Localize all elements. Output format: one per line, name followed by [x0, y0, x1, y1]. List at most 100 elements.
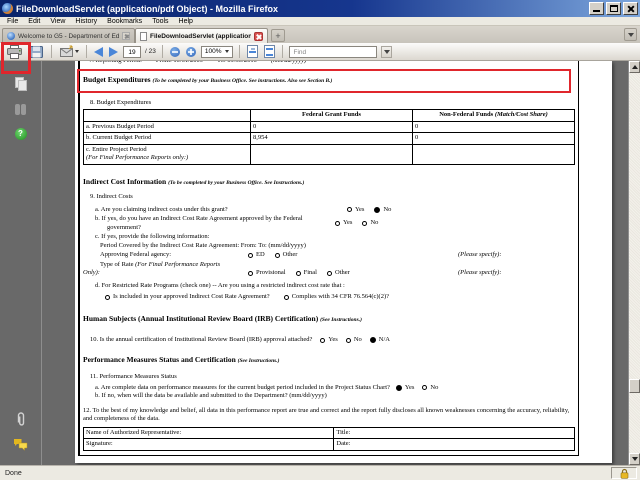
radio-icon[interactable] — [374, 206, 381, 213]
name-of-representative-field[interactable]: Name of Authorized Representative: — [82, 426, 335, 439]
tab-welcome-g5[interactable]: Welcome to G5 - Department of Educat... — [2, 28, 135, 43]
radio-other[interactable]: Other — [327, 269, 350, 278]
radio-icon[interactable] — [105, 294, 110, 300]
radio-icon[interactable] — [347, 207, 352, 213]
next-page-button[interactable] — [108, 44, 119, 60]
q11b-label: b. If no, when will the data be availabl… — [95, 392, 327, 399]
restore-button[interactable] — [606, 2, 621, 15]
minimize-button[interactable] — [589, 2, 604, 15]
radio-final[interactable]: Final — [295, 269, 317, 278]
pages-panel-icon[interactable] — [14, 77, 27, 91]
signature-field[interactable]: Signature: — [82, 438, 335, 451]
radio-icon[interactable] — [345, 337, 351, 343]
radio-icon[interactable] — [295, 270, 301, 276]
radio-icon[interactable] — [283, 294, 289, 300]
nonfederal-value-field[interactable] — [411, 143, 576, 165]
tab-close-icon[interactable] — [122, 32, 130, 40]
tab-list-dropdown-button[interactable] — [624, 28, 637, 41]
please-specify-label: (Please specify): — [458, 251, 502, 258]
radio-na[interactable]: N/A — [369, 336, 390, 345]
scrollbar-thumb[interactable] — [629, 379, 640, 393]
section-title: Performance Measures Status and Certific… — [83, 354, 236, 364]
radio-yes[interactable]: Yes — [320, 336, 338, 345]
nonfederal-value-field[interactable]: 0 — [411, 132, 576, 145]
radio-icon[interactable] — [335, 221, 340, 226]
scrolling-mode-button[interactable] — [246, 44, 259, 60]
radio-icon[interactable] — [327, 270, 332, 276]
radio-yes[interactable]: Yes — [347, 206, 364, 215]
menu-edit[interactable]: Edit — [23, 17, 45, 26]
find-input[interactable]: Find — [289, 45, 378, 58]
human-subjects-heading: Human Subjects (Annual Institutional Rev… — [83, 314, 575, 325]
fit-page-button[interactable] — [263, 44, 276, 60]
q9d-options: Is included in your approved Indirect Co… — [83, 293, 575, 302]
close-button[interactable] — [623, 2, 638, 15]
tab-close-icon[interactable] — [254, 31, 263, 41]
radio-icon[interactable] — [395, 384, 402, 391]
date-field[interactable]: Date: — [333, 438, 575, 451]
page-number-input[interactable]: 19 — [123, 45, 141, 58]
radio-icon[interactable] — [422, 385, 428, 391]
federal-value-field[interactable] — [249, 143, 413, 165]
title-field[interactable]: Title: — [333, 426, 575, 439]
radio-complies-34cfr[interactable]: Complies with 34 CFR 76.564(c)(2)? — [283, 293, 389, 302]
radio-icon[interactable] — [248, 252, 253, 258]
budget-table: Federal Grant Funds Non-Federal Funds (M… — [83, 109, 576, 165]
row-label-note: (For Final Performance Reports only:) — [86, 154, 189, 161]
vertical-scrollbar[interactable] — [628, 61, 640, 465]
radio-no[interactable]: No — [422, 384, 438, 393]
radio-included-in-agreement[interactable]: Is included in your approved Indirect Co… — [105, 293, 270, 302]
table-row: c. Entire Project Period (For Final Perf… — [83, 143, 576, 165]
menu-bookmarks[interactable]: Bookmarks — [102, 17, 147, 26]
radio-no[interactable]: No — [374, 206, 391, 215]
radio-icon[interactable] — [248, 270, 253, 276]
menu-tools[interactable]: Tools — [147, 17, 173, 26]
help-icon[interactable]: ? — [14, 128, 27, 140]
new-tab-button[interactable]: + — [271, 29, 285, 42]
menu-view[interactable]: View — [45, 17, 70, 26]
scroll-down-button[interactable] — [629, 453, 640, 465]
save-button[interactable] — [28, 44, 45, 60]
floppy-disk-icon — [30, 45, 43, 58]
scroll-up-button[interactable] — [629, 61, 640, 73]
radio-provisional[interactable]: Provisional — [248, 269, 286, 278]
nonfederal-value-field[interactable]: 0 — [411, 120, 576, 133]
radio-yes[interactable]: Yes — [395, 384, 414, 393]
radio-icon[interactable] — [369, 337, 376, 344]
q9c-period-line: Period Covered by the Indirect Cost Rate… — [100, 241, 306, 249]
radio-icon[interactable] — [274, 252, 280, 258]
chevron-down-icon — [225, 50, 230, 53]
radio-no[interactable]: No — [345, 336, 362, 345]
title-bar: FileDownloadServlet (application/pdf Obj… — [0, 0, 640, 17]
radio-no[interactable]: No — [362, 219, 378, 228]
email-button[interactable] — [58, 44, 80, 60]
federal-value-field[interactable]: 8,954 — [249, 132, 413, 145]
menu-file[interactable]: File — [2, 17, 23, 26]
section-note: (To be completed by your Business Office… — [168, 179, 305, 186]
q9b-row: b. If yes, do you have an Indirect Cost … — [83, 215, 575, 232]
previous-page-button[interactable] — [93, 44, 104, 60]
zoom-in-button[interactable] — [185, 44, 197, 60]
q9a-options: Yes No — [347, 206, 391, 215]
radio-ed[interactable]: ED — [248, 251, 265, 260]
find-options-dropdown[interactable] — [381, 45, 393, 58]
radio-other[interactable]: Other — [274, 251, 297, 260]
radio-icon[interactable] — [362, 221, 368, 226]
radio-label: Yes — [343, 219, 353, 227]
reporting-period-row: 7. Reporting Period: From: 10/01/2009 To… — [83, 61, 575, 65]
menu-help[interactable]: Help — [174, 17, 198, 26]
federal-value-field[interactable]: 0 — [249, 120, 413, 133]
tab-filedownloadservlet[interactable]: FileDownloadServlet (application... — [135, 28, 268, 43]
menu-history[interactable]: History — [70, 17, 102, 26]
zoom-level-select[interactable]: 100% — [200, 45, 234, 58]
print-button[interactable] — [5, 44, 24, 60]
radio-yes[interactable]: Yes — [335, 219, 352, 228]
paperclip-attachments-icon[interactable] — [15, 411, 27, 428]
approving-agency-row: Approving Federal agency: ED Other (Plea… — [83, 251, 575, 260]
binoculars-icon[interactable] — [15, 104, 26, 115]
zoom-out-button[interactable] — [169, 44, 181, 60]
reporting-to: To: 09/30/2010 — [217, 61, 257, 65]
q9c-label: c. If yes, provide the following informa… — [95, 233, 210, 240]
comments-icon[interactable] — [13, 438, 28, 451]
radio-icon[interactable] — [320, 337, 326, 343]
